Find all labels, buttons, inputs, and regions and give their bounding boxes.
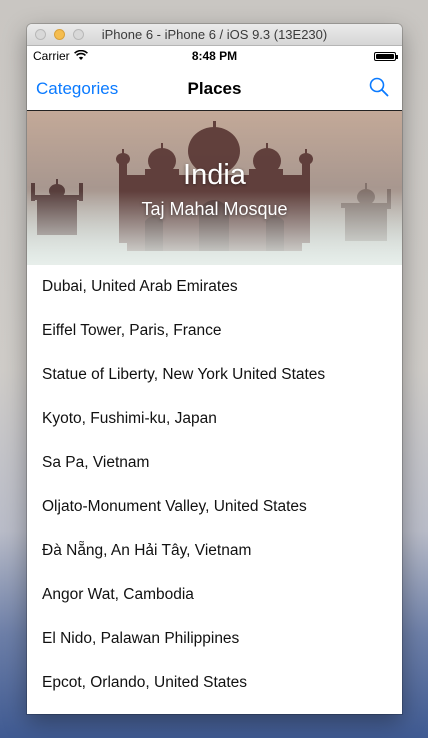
list-item-angkor-wat[interactable]: Angor Wat, Cambodia [27,573,402,617]
list-item-epcot[interactable]: Epcot, Orlando, United States [27,661,402,705]
list-item-statue-of-liberty[interactable]: Statue of Liberty, New York United State… [27,353,402,397]
window-title: iPhone 6 - iPhone 6 / iOS 9.3 (13E230) [101,27,328,42]
list-item-da-nang[interactable]: Đà Nẵng, An Hải Tây, Vietnam [27,529,402,573]
navigation-bar: Categories Places [27,66,402,111]
window-titlebar: iPhone 6 - iPhone 6 / iOS 9.3 (13E230) [27,24,402,46]
places-list: Dubai, United Arab Emirates Eiffel Tower… [27,265,402,705]
hero-banner[interactable]: India Taj Mahal Mosque [27,111,402,265]
page-title: Places [187,79,242,98]
list-item-eiffel-tower[interactable]: Eiffel Tower, Paris, France [27,309,402,353]
status-time: 8:48 PM [191,49,238,63]
simulator-window: iPhone 6 - iPhone 6 / iOS 9.3 (13E230) C… [27,24,402,714]
list-item-kyoto[interactable]: Kyoto, Fushimi-ku, Japan [27,397,402,441]
list-item-dubai[interactable]: Dubai, United Arab Emirates [27,265,402,309]
hero-subtitle: Taj Mahal Mosque [141,199,288,219]
search-icon[interactable] [368,76,390,98]
battery-icon [374,52,398,61]
ios-status-bar: Carrier 8:48 PM [27,46,402,66]
hero-title: India [183,159,246,191]
list-item-monument-valley[interactable]: Oljato-Monument Valley, United States [27,485,402,529]
list-item-el-nido[interactable]: El Nido, Palawan Philippines [27,617,402,661]
list-item-sa-pa[interactable]: Sa Pa, Vietnam [27,441,402,485]
